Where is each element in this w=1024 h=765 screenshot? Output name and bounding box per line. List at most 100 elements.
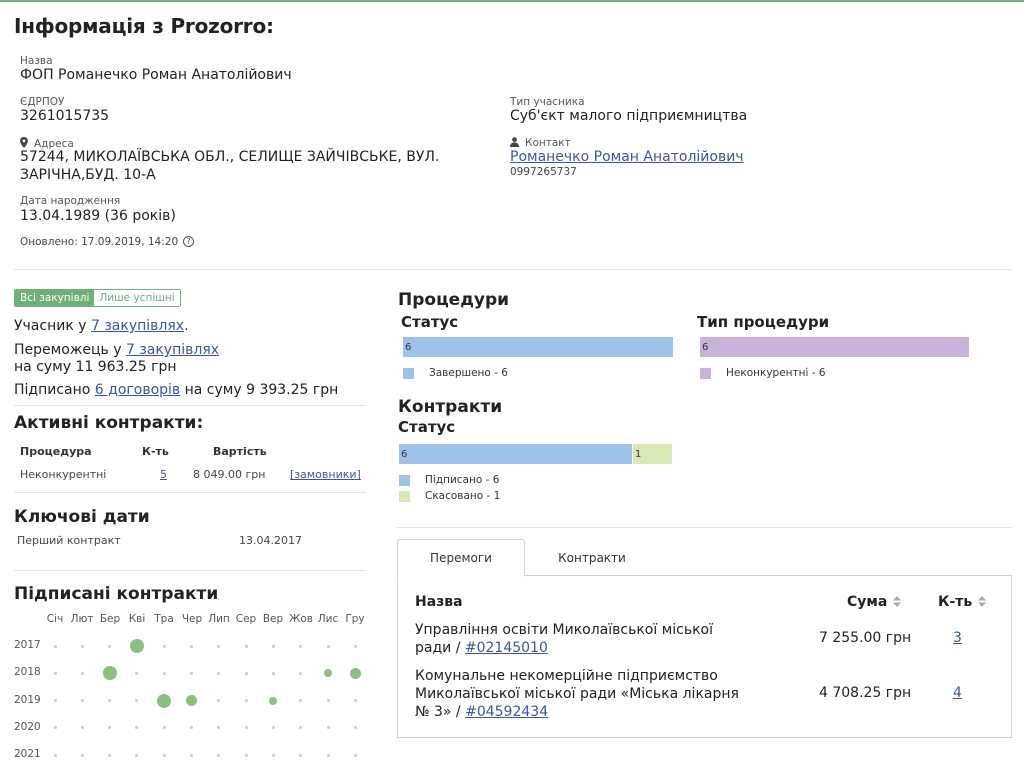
contract-month-marker[interactable] [186,695,197,706]
page-title: Інформація з Prozorro: [14,14,274,38]
calendar-empty-dot [327,726,330,729]
contract-month-marker[interactable] [350,668,361,679]
year-label: 2017 [14,639,41,651]
calendar-empty-dot [81,726,84,729]
divider [14,570,366,571]
month-label: Жов [289,613,313,625]
name-value: ФОП Романечко Роман Анатолійович [20,67,292,83]
calendar-empty-dot [190,726,193,729]
divider [14,405,366,406]
col-count-header[interactable]: К-ть [938,593,987,611]
calendar-empty-dot [135,726,138,729]
calendar-empty-dot [245,754,248,757]
legend-signed: Підписано - 6 [425,474,500,486]
calendar-empty-dot [108,645,111,648]
win-count-link[interactable]: 3 [953,630,962,646]
procurement-filter-toggle: Всі закупівлі Лише успішні [14,289,181,307]
win-sum: 4 708.25 грн [819,685,912,701]
contract-month-marker[interactable] [324,669,332,677]
col-count: К-ть [142,445,169,458]
calendar-empty-dot [217,672,220,675]
calendar-empty-dot [108,699,111,702]
row-count-link[interactable]: 5 [160,468,167,481]
tab-wins[interactable]: Перемоги [397,539,525,577]
sort-icon [978,596,987,607]
filter-successful-button[interactable]: Лише успішні [94,290,180,306]
col-sum-header[interactable]: Сума [847,593,902,611]
filter-all-button[interactable]: Всі закупівлі [15,290,95,306]
row-value: 8 049.00 грн [193,468,266,481]
month-label: Лип [208,613,230,625]
contact-label-row: Контакт [510,137,571,149]
contract-month-marker[interactable] [130,639,144,653]
top-accent-line [0,0,1024,2]
calendar-empty-dot [217,754,220,757]
participant-procurements-link[interactable]: 7 закупівлях [91,318,184,334]
key-dates-title: Ключові дати [14,507,150,527]
procedures-status-title: Статус [401,313,459,331]
address-line2: ЗАРІЧНА,БУД. 10-А [20,167,156,183]
winner-procurements-link[interactable]: 7 закупівлях [126,342,219,358]
divider [397,527,1012,528]
customer-name: Комунальне некомерційне підприємство [415,668,718,684]
calendar-empty-dot [354,726,357,729]
calendar-empty-dot [299,754,302,757]
month-label: Лют [70,613,94,625]
year-label: 2019 [14,694,41,706]
col-name-header: Назва [415,594,463,610]
customer-code-link[interactable]: #04592434 [465,704,548,720]
month-label: Кві [128,613,146,625]
calendar-empty-dot [54,645,57,648]
month-label: Бер [99,613,121,625]
contact-label: Контакт [525,137,571,149]
legend-noncompetitive-swatch [700,368,711,379]
tab-contracts[interactable]: Контракти [527,539,657,577]
month-label: Лис [317,613,339,625]
active-contracts-title: Активні контракти: [14,413,204,433]
contact-name-link[interactable]: Романечко Роман Анатолійович [510,149,744,165]
customer-name-cont: ради / #02145010 [415,640,548,656]
contact-phone: 0997265737 [510,166,577,178]
signed-contracts-link[interactable]: 6 договорів [95,382,180,398]
calendar-empty-dot [81,645,84,648]
participant-type-label: Тип учасника [510,96,585,108]
customer-code-link[interactable]: #02145010 [465,640,548,656]
calendar-empty-dot [299,699,302,702]
customer-name: Управління освіти Миколаївської міської [415,622,714,638]
edrpou-value: 3261015735 [20,108,110,124]
bar-segment-signed: 6 [399,444,632,464]
col-value: Вартість [213,445,267,458]
calendar-empty-dot [354,699,357,702]
calendar-empty-dot [163,726,166,729]
calendar-empty-dot [135,699,138,702]
legend-signed-swatch [399,475,410,486]
help-icon[interactable]: ? [183,236,194,247]
calendar-empty-dot [299,726,302,729]
divider [14,269,1012,270]
win-count-link[interactable]: 4 [953,685,962,701]
contracts-title: Контракти [398,397,503,417]
calendar-empty-dot [54,726,57,729]
calendar-empty-dot [108,726,111,729]
calendar-empty-dot [245,699,248,702]
calendar-empty-dot [190,754,193,757]
legend-cancelled: Скасовано - 1 [425,490,501,502]
row-procedure: Неконкурентні [20,468,107,481]
calendar-empty-dot [108,754,111,757]
calendar-empty-dot [272,672,275,675]
contract-month-marker[interactable] [269,697,277,705]
updated-text: Оновлено: 17.09.2019, 14:20 [20,236,179,248]
contract-month-marker[interactable] [157,694,171,708]
month-label: Тра [154,613,174,625]
month-label: Чер [181,613,203,625]
calendar-empty-dot [327,699,330,702]
contract-month-marker[interactable] [103,666,117,680]
year-label: 2021 [14,748,41,760]
calendar-empty-dot [245,726,248,729]
calendar-empty-dot [163,754,166,757]
first-contract-label: Перший контракт [17,534,121,547]
calendar-empty-dot [245,645,248,648]
customers-link[interactable]: [замовники] [290,468,361,481]
legend-completed: Завершено - 6 [429,367,508,379]
calendar-empty-dot [217,699,220,702]
